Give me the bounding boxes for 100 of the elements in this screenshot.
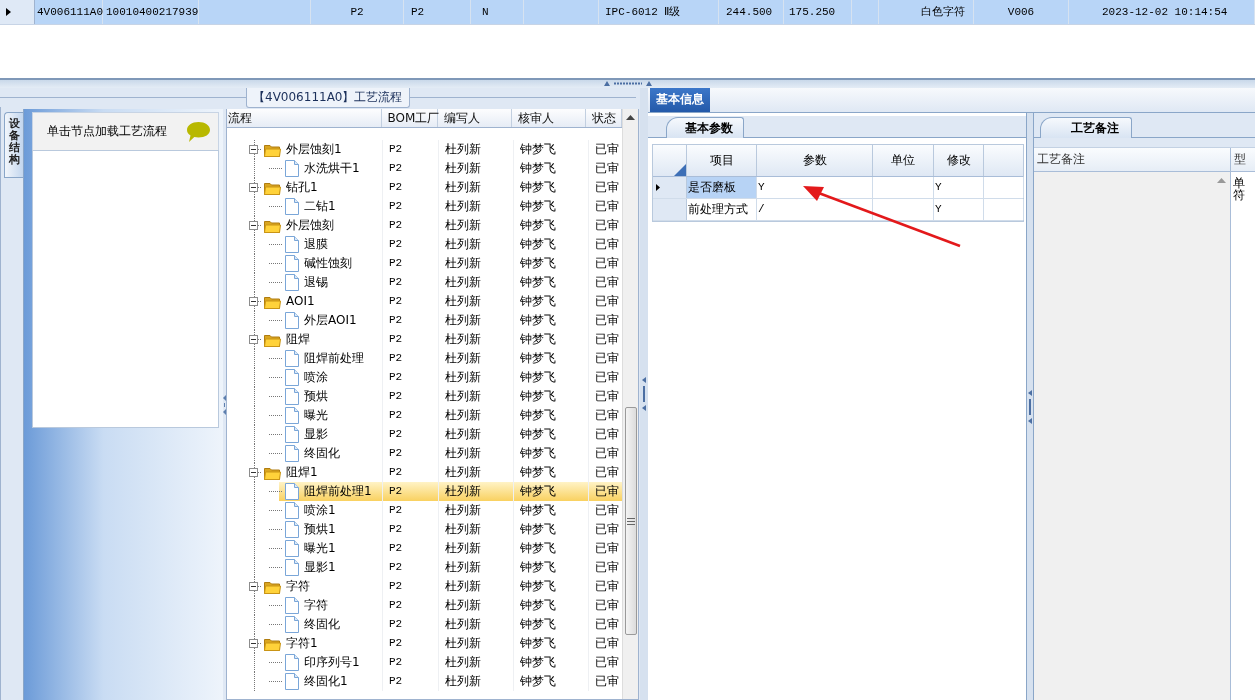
folder-icon: [264, 218, 281, 233]
column-header[interactable]: 型: [1231, 148, 1246, 171]
tree-row[interactable]: AOI1 P2 杜列新 钟梦飞 已审: [227, 292, 622, 311]
tab[interactable]: 基本信息: [650, 88, 710, 112]
row-pointer-icon: [656, 184, 660, 191]
column-header[interactable]: 项目: [687, 145, 757, 176]
tree-row[interactable]: 喷涂 P2 杜列新 钟梦飞 已审: [227, 368, 622, 387]
table-cell: P2: [383, 520, 439, 539]
folder-icon: [264, 180, 281, 195]
collapse-icon[interactable]: [249, 335, 258, 344]
tree-row[interactable]: 喷涂1 P2 杜列新 钟梦飞 已审: [227, 501, 622, 520]
table-cell: Y: [934, 177, 984, 198]
column-header[interactable]: 流程: [227, 109, 382, 127]
tree-row[interactable]: 字符1 P2 杜列新 钟梦飞 已审: [227, 634, 622, 653]
collapse-icon[interactable]: [249, 145, 258, 154]
tree-row[interactable]: 碱性蚀刻 P2 杜列新 钟梦飞 已审: [227, 254, 622, 273]
row-pointer-icon: [6, 8, 11, 16]
tree-row[interactable]: 终固化1 P2 杜列新 钟梦飞 已审: [227, 672, 622, 691]
table-cell: 钟梦飞: [514, 634, 589, 653]
splitter-grip-icon[interactable]: [223, 394, 226, 415]
tree-row[interactable]: 预烘1 P2 杜列新 钟梦飞 已审: [227, 520, 622, 539]
collapse-icon[interactable]: [249, 468, 258, 477]
collapse-icon[interactable]: [249, 221, 258, 230]
tree-node-label: 喷涂1: [304, 502, 336, 519]
collapse-icon[interactable]: [249, 582, 258, 591]
row-header[interactable]: [653, 177, 687, 198]
tree-row[interactable]: 外层蚀刻1 P2 杜列新 钟梦飞 已审: [227, 140, 622, 159]
tree-row[interactable]: 字符 P2 杜列新 钟梦飞 已审: [227, 596, 622, 615]
tree-row[interactable]: 外层蚀刻 P2 杜列新 钟梦飞 已审: [227, 216, 622, 235]
speech-bubble-icon: [186, 120, 211, 143]
table-cell: P2: [383, 444, 439, 463]
table-cell: 钟梦飞: [514, 330, 589, 349]
node-list[interactable]: [32, 150, 219, 428]
document-icon: [285, 274, 299, 291]
notes-cell[interactable]: [1034, 172, 1231, 700]
tab[interactable]: 工艺备注: [1040, 117, 1132, 138]
table-cell: 杜列新: [439, 216, 514, 235]
table-cell: 钟梦飞: [514, 140, 589, 159]
tree-row[interactable]: 阻焊 P2 杜列新 钟梦飞 已审: [227, 330, 622, 349]
tree-row[interactable]: 外层AOI1 P2 杜列新 钟梦飞 已审: [227, 311, 622, 330]
column-header[interactable]: 核审人: [511, 109, 587, 127]
table-cell: 钟梦飞: [514, 406, 589, 425]
tree-row[interactable]: 曝光1 P2 杜列新 钟梦飞 已审: [227, 539, 622, 558]
tree-row[interactable]: 终固化 P2 杜列新 钟梦飞 已审: [227, 444, 622, 463]
column-header[interactable]: 单位: [873, 145, 934, 176]
collapse-icon[interactable]: [249, 183, 258, 192]
splitter-grip-icon[interactable]: [603, 80, 652, 86]
table-cell: 杜列新: [439, 273, 514, 292]
document-icon: [285, 521, 299, 538]
table-cell: 175.250: [784, 0, 852, 24]
table-cell: 钟梦飞: [514, 368, 589, 387]
tree-row[interactable]: 印序列号1 P2 杜列新 钟梦飞 已审: [227, 653, 622, 672]
side-tab[interactable]: 设备结构: [4, 112, 23, 178]
tree-row[interactable]: 显影 P2 杜列新 钟梦飞 已审: [227, 425, 622, 444]
table-cell: 钟梦飞: [514, 558, 589, 577]
tree-row[interactable]: 二钻1 P2 杜列新 钟梦飞 已审: [227, 197, 622, 216]
table-cell: 钟梦飞: [514, 292, 589, 311]
tree-row[interactable]: 退膜 P2 杜列新 钟梦飞 已审: [227, 235, 622, 254]
column-header[interactable]: 参数: [757, 145, 873, 176]
table-cell: 杜列新: [439, 501, 514, 520]
tree-node-label: 钻孔1: [286, 179, 318, 196]
tree-row[interactable]: 预烘 P2 杜列新 钟梦飞 已审: [227, 387, 622, 406]
scrollbar[interactable]: [622, 109, 638, 699]
table-cell: P2: [383, 178, 439, 197]
tree-row[interactable]: 字符 P2 杜列新 钟梦飞 已审: [227, 577, 622, 596]
scroll-up-icon[interactable]: [626, 115, 635, 121]
splitter-grip-icon[interactable]: [642, 377, 646, 411]
table-cell: 杜列新: [439, 482, 514, 501]
column-header[interactable]: BOM工厂: [381, 109, 438, 127]
table-cell: 钟梦飞: [514, 216, 589, 235]
tree-row[interactable]: 水洗烘干1 P2 杜列新 钟梦飞 已审: [227, 159, 622, 178]
column-header[interactable]: 修改: [934, 145, 984, 176]
table-cell: 钟梦飞: [514, 159, 589, 178]
tree-node-label: 终固化: [304, 616, 340, 633]
tree-row[interactable]: 阻焊前处理 P2 杜列新 钟梦飞 已审: [227, 349, 622, 368]
table-cell: P2: [383, 501, 439, 520]
tree-row[interactable]: 曝光 P2 杜列新 钟梦飞 已审: [227, 406, 622, 425]
collapse-icon[interactable]: [249, 639, 258, 648]
tree-node-label: 字符: [304, 597, 328, 614]
document-icon: [285, 540, 299, 557]
collapse-icon[interactable]: [249, 297, 258, 306]
tree-row[interactable]: 退锡 P2 杜列新 钟梦飞 已审: [227, 273, 622, 292]
table-cell: 钟梦飞: [514, 577, 589, 596]
table-cell: P2: [383, 425, 439, 444]
tree-node-label: 阻焊1: [286, 464, 318, 481]
table-cell: IPC-6012 Ⅱ级: [599, 0, 719, 24]
table-row[interactable]: 4V006111A0 10010400217939 P2 P2 N IPC-6012 Ⅱ级 244.500 175.250 白色字符 V006 2023-12-02 10:14:54: [0, 0, 1255, 25]
table-cell: 杜列新: [439, 254, 514, 273]
tab[interactable]: 基本参数: [666, 117, 744, 138]
tree-node-label: 水洗烘干1: [304, 160, 360, 177]
tree-row[interactable]: 终固化 P2 杜列新 钟梦飞 已审: [227, 615, 622, 634]
table-cell: 杜列新: [439, 406, 514, 425]
table-cell: 杜列新: [439, 330, 514, 349]
table-cell: 杜列新: [439, 178, 514, 197]
splitter-grip-icon[interactable]: [1028, 389, 1032, 424]
tree-row[interactable]: 显影1 P2 杜列新 钟梦飞 已审: [227, 558, 622, 577]
column-header[interactable]: 工艺备注: [1034, 148, 1231, 171]
table-cell: 杜列新: [439, 653, 514, 672]
table-cell: 杜列新: [439, 577, 514, 596]
tree-row[interactable]: 钻孔1 P2 杜列新 钟梦飞 已审: [227, 178, 622, 197]
